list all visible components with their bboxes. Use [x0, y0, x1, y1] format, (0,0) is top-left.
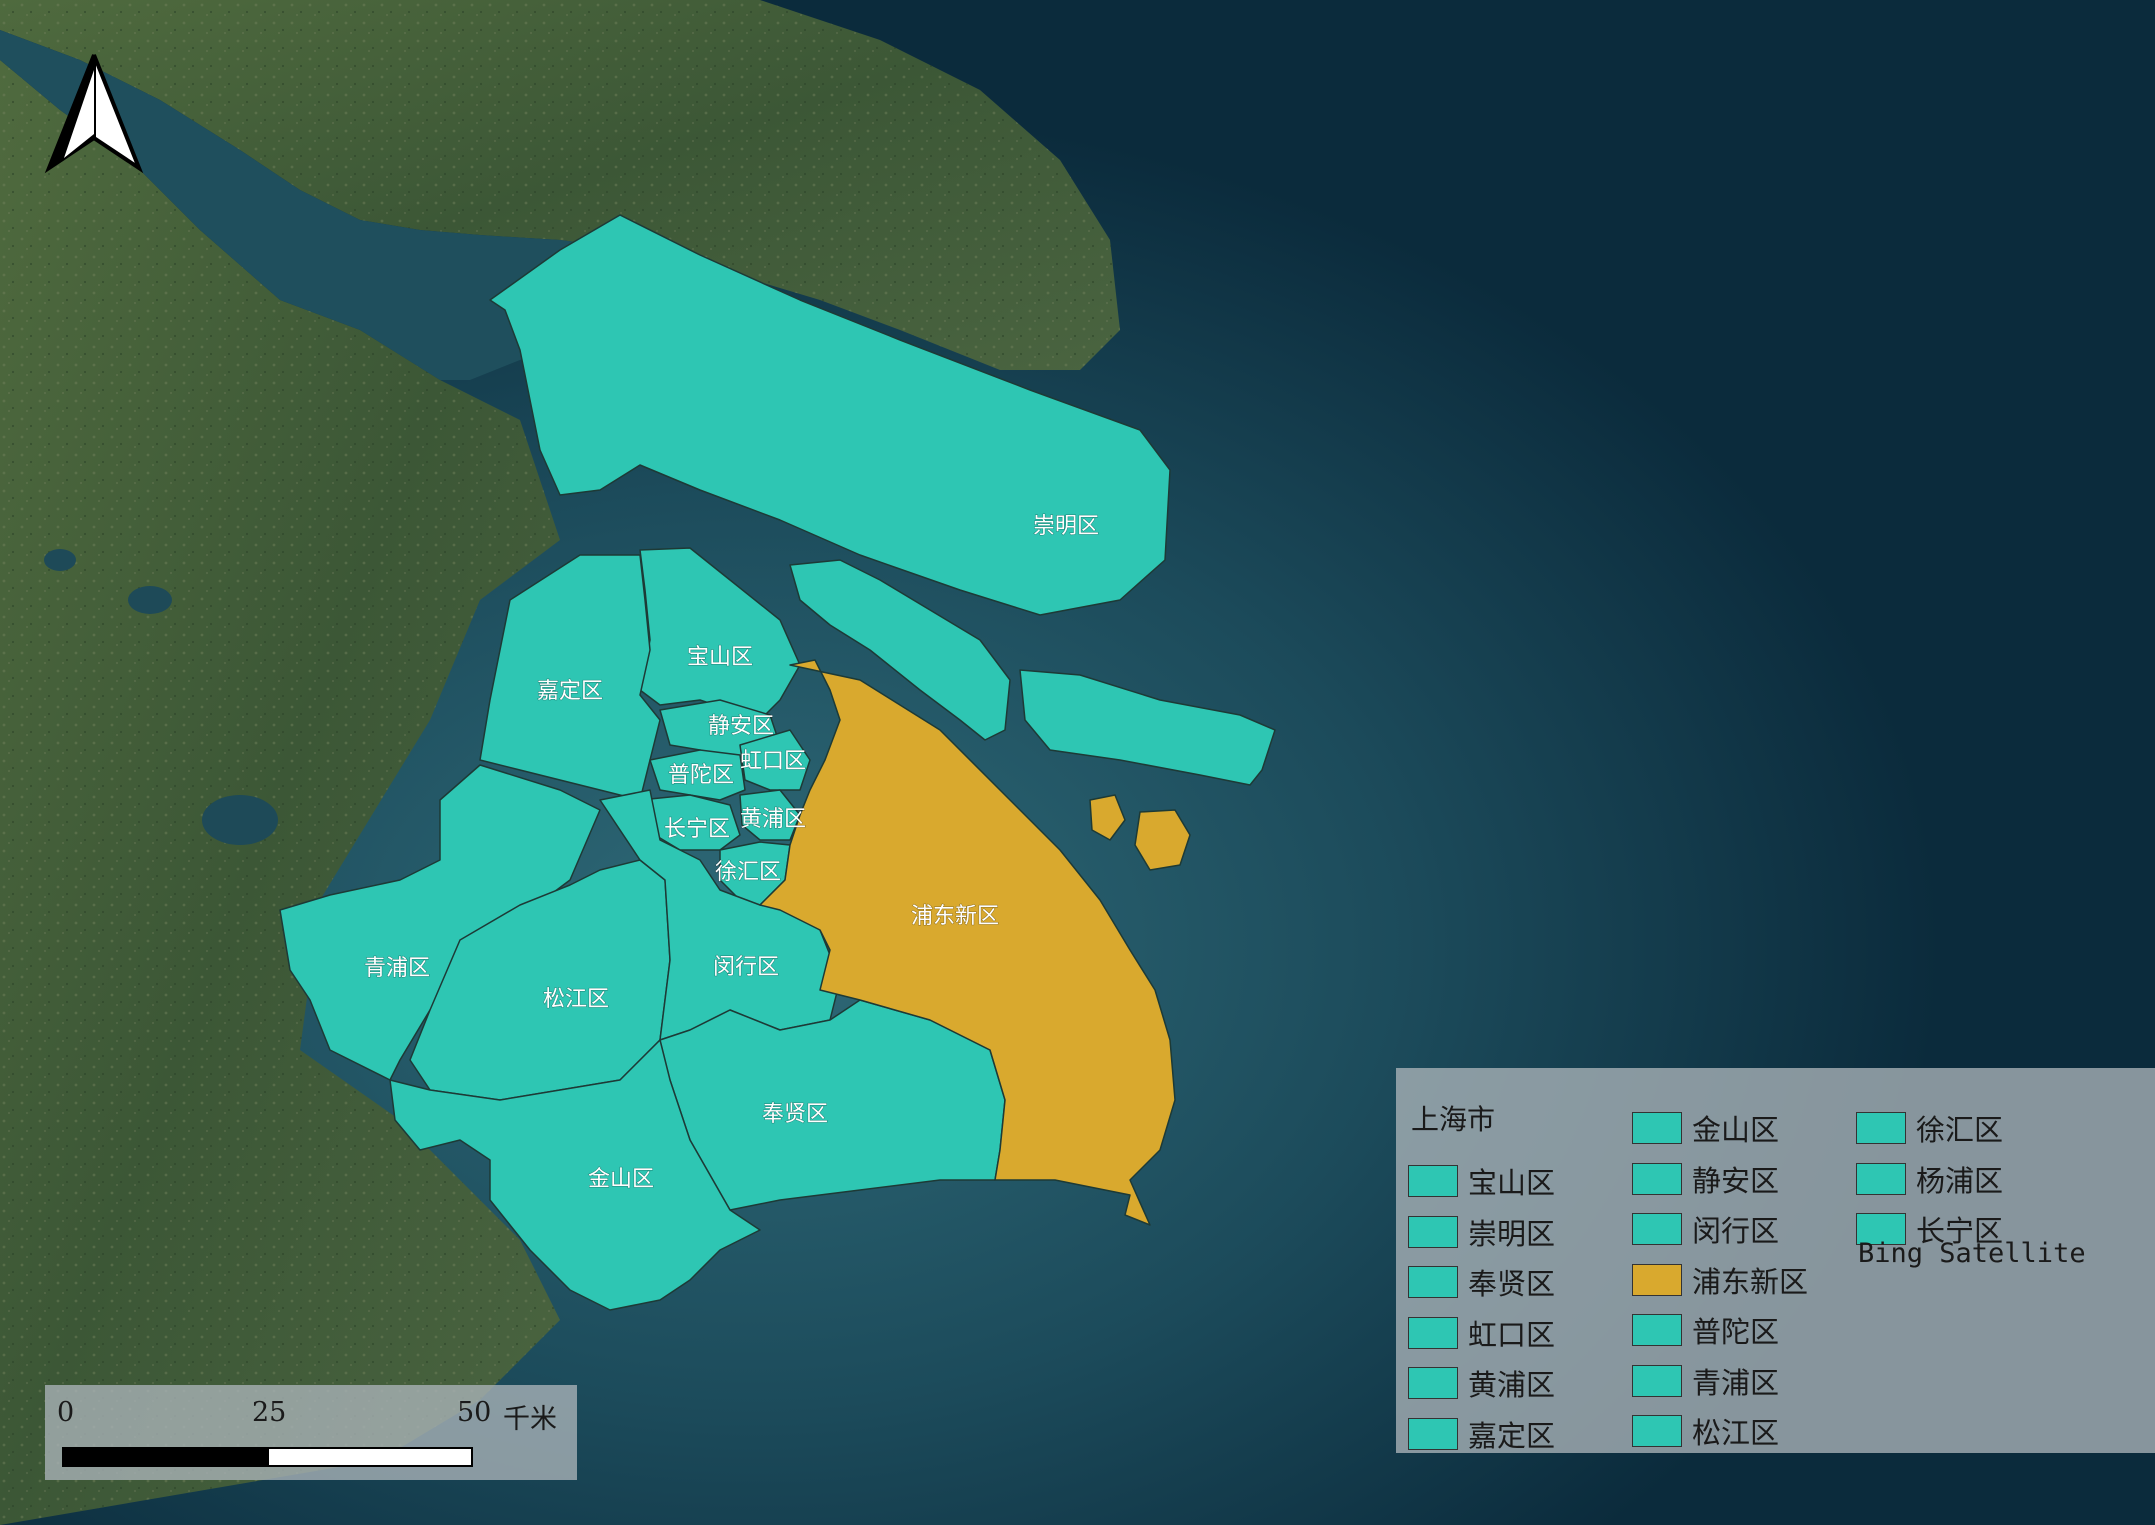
label-minhang: 闵行区: [713, 955, 779, 980]
legend-item: 宝山区: [1408, 1161, 1555, 1201]
legend-label: 杨浦区: [1916, 1163, 2004, 1198]
legend-swatch: [1408, 1266, 1458, 1298]
label-songjiang: 松江区: [543, 987, 609, 1012]
legend-swatch: [1408, 1367, 1458, 1399]
scale-tick-25: 25: [252, 1397, 287, 1428]
label-huangpu: 黄浦区: [740, 807, 806, 832]
legend-swatch: [1408, 1165, 1458, 1197]
label-jinshan: 金山区: [588, 1167, 654, 1192]
label-fengxian: 奉贤区: [762, 1102, 828, 1127]
label-jiading: 嘉定区: [537, 679, 603, 704]
legend-item: 杨浦区: [1856, 1159, 2003, 1199]
legend-swatch: [1632, 1213, 1682, 1245]
legend-swatch: [1632, 1263, 1682, 1296]
legend-swatch: [1632, 1314, 1682, 1346]
legend-item: 嘉定区: [1408, 1414, 1555, 1454]
legend-swatch: [1408, 1417, 1458, 1450]
legend-item: 虹口区: [1408, 1313, 1555, 1353]
legend-label: 虹口区: [1468, 1317, 1556, 1352]
label-chongming: 崇明区: [1033, 514, 1099, 539]
legend-title: 上海市: [1411, 1103, 1496, 1136]
legend-item: 金山区: [1632, 1108, 1779, 1148]
legend-label: 徐汇区: [1916, 1113, 2004, 1147]
lake: [202, 795, 278, 845]
legend-label: 奉贤区: [1468, 1267, 1556, 1301]
legend-label: 嘉定区: [1468, 1418, 1556, 1453]
legend-item: 青浦区: [1632, 1361, 1779, 1401]
legend-label: 黄浦区: [1468, 1368, 1556, 1402]
label-changning: 长宁区: [664, 817, 730, 842]
scale-tick-50: 50: [457, 1397, 492, 1428]
scale-segment-white: [267, 1447, 473, 1467]
map-canvas: 崇明区 宝山区 嘉定区 静安区 普陀区 虹口区 长宁区 黄浦区 徐汇区 浦东新区…: [0, 0, 2155, 1525]
lake: [44, 549, 76, 571]
legend-swatch: [1408, 1215, 1458, 1248]
scale-bar: 0 25 50 千米: [45, 1385, 577, 1480]
legend-swatch: [1408, 1316, 1458, 1349]
legend-swatch: [1856, 1162, 1906, 1195]
legend-swatch: [1632, 1112, 1682, 1144]
legend-label: 静安区: [1692, 1163, 1780, 1198]
label-hongkou: 虹口区: [740, 749, 806, 774]
legend-swatch: [1632, 1364, 1682, 1397]
label-baoshan: 宝山区: [687, 645, 753, 670]
legend-item: 浦东新区: [1632, 1260, 1808, 1300]
legend-item: 静安区: [1632, 1159, 1779, 1199]
label-putuo: 普陀区: [668, 763, 734, 788]
legend-panel: 上海市 宝山区崇明区奉贤区虹口区黄浦区嘉定区 金山区静安区闵行区浦东新区普陀区青浦…: [1396, 1068, 2155, 1453]
legend-label: 宝山区: [1468, 1166, 1556, 1200]
legend-label: 普陀区: [1692, 1315, 1780, 1349]
legend-swatch: [1856, 1112, 1906, 1144]
label-jingan: 静安区: [708, 714, 774, 739]
legend-item: 黄浦区: [1408, 1363, 1555, 1403]
legend-label: 金山区: [1692, 1113, 1780, 1147]
legend-swatch: [1632, 1415, 1682, 1447]
label-qingpu: 青浦区: [364, 956, 430, 981]
legend-item: 崇明区: [1408, 1212, 1555, 1252]
legend-basemap-label: Bing Satellite: [1858, 1238, 2086, 1269]
label-pudong: 浦东新区: [911, 904, 999, 929]
legend-item: 徐汇区: [1856, 1108, 2003, 1148]
legend-label: 浦东新区: [1692, 1264, 1809, 1299]
lake: [128, 586, 172, 614]
scale-unit: 千米: [503, 1404, 557, 1435]
legend-label: 松江区: [1692, 1416, 1780, 1450]
legend-label: 崇明区: [1468, 1216, 1556, 1251]
legend-label: 青浦区: [1692, 1365, 1780, 1400]
legend-label: 闵行区: [1692, 1214, 1780, 1248]
label-xuhui: 徐汇区: [715, 860, 781, 885]
scale-tick-0: 0: [57, 1397, 75, 1428]
legend-item: 松江区: [1632, 1411, 1779, 1451]
legend-item: 普陀区: [1632, 1310, 1779, 1350]
north-arrow-icon: [44, 54, 144, 174]
scale-segment-black: [62, 1447, 267, 1467]
legend-swatch: [1632, 1162, 1682, 1195]
legend-item: 闵行区: [1632, 1209, 1779, 1249]
legend-item: 奉贤区: [1408, 1262, 1555, 1302]
